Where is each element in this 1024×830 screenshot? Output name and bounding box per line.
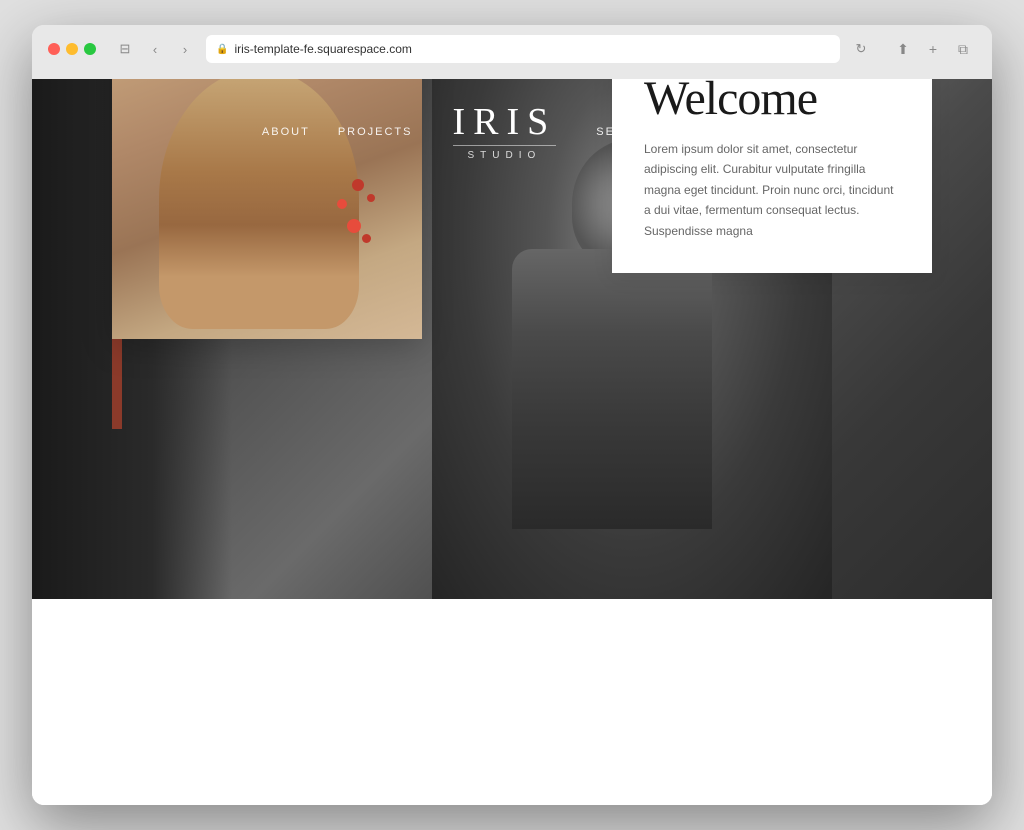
logo-title: IRIS	[453, 103, 557, 141]
logo-subtitle: STUDIO	[453, 145, 557, 161]
browser-window: ⊟ ‹ › 🔒 iris-template-fe.squarespace.com…	[32, 25, 992, 805]
maximize-button[interactable]	[84, 43, 96, 55]
flower-4	[347, 219, 361, 233]
window-toggle-button[interactable]: ⊟	[112, 38, 138, 60]
nav-right: SERVICES CONTACT	[596, 126, 762, 138]
website-content: ABOUT PROJECTS IRIS STUDIO SERVICES CONT…	[32, 79, 992, 805]
duplicate-button[interactable]: ⧉	[950, 38, 976, 60]
share-button[interactable]: ⬆	[890, 38, 916, 60]
bottom-white-section	[32, 605, 992, 805]
nav-left: ABOUT PROJECTS	[262, 126, 413, 138]
new-tab-button[interactable]: +	[920, 38, 946, 60]
tab-bar	[48, 71, 976, 79]
minimize-button[interactable]	[66, 43, 78, 55]
back-button[interactable]: ‹	[142, 38, 168, 60]
floral-accent	[332, 179, 392, 259]
traffic-lights	[48, 43, 96, 55]
browser-toolbar: ⊟ ‹ › 🔒 iris-template-fe.squarespace.com…	[48, 35, 976, 63]
forward-button[interactable]: ›	[172, 38, 198, 60]
browser-controls: ⊟ ‹ ›	[112, 38, 198, 60]
flower-5	[362, 234, 371, 243]
browser-actions: ⬆ + ⧉	[890, 38, 976, 60]
nav-services[interactable]: SERVICES	[596, 126, 667, 138]
flower-3	[367, 194, 375, 202]
url-text: iris-template-fe.squarespace.com	[234, 42, 411, 56]
site-logo[interactable]: IRIS STUDIO	[453, 103, 557, 161]
close-button[interactable]	[48, 43, 60, 55]
browser-chrome: ⊟ ‹ › 🔒 iris-template-fe.squarespace.com…	[32, 25, 992, 79]
nav-contact[interactable]: CONTACT	[696, 126, 762, 138]
flower-2	[337, 199, 347, 209]
address-bar[interactable]: 🔒 iris-template-fe.squarespace.com	[206, 35, 840, 63]
site-navigation: ABOUT PROJECTS IRIS STUDIO SERVICES CONT…	[32, 79, 992, 185]
lock-icon: 🔒	[216, 44, 228, 55]
nav-projects[interactable]: PROJECTS	[338, 126, 413, 138]
nav-about[interactable]: ABOUT	[262, 126, 310, 138]
refresh-button[interactable]: ↻	[848, 38, 874, 60]
